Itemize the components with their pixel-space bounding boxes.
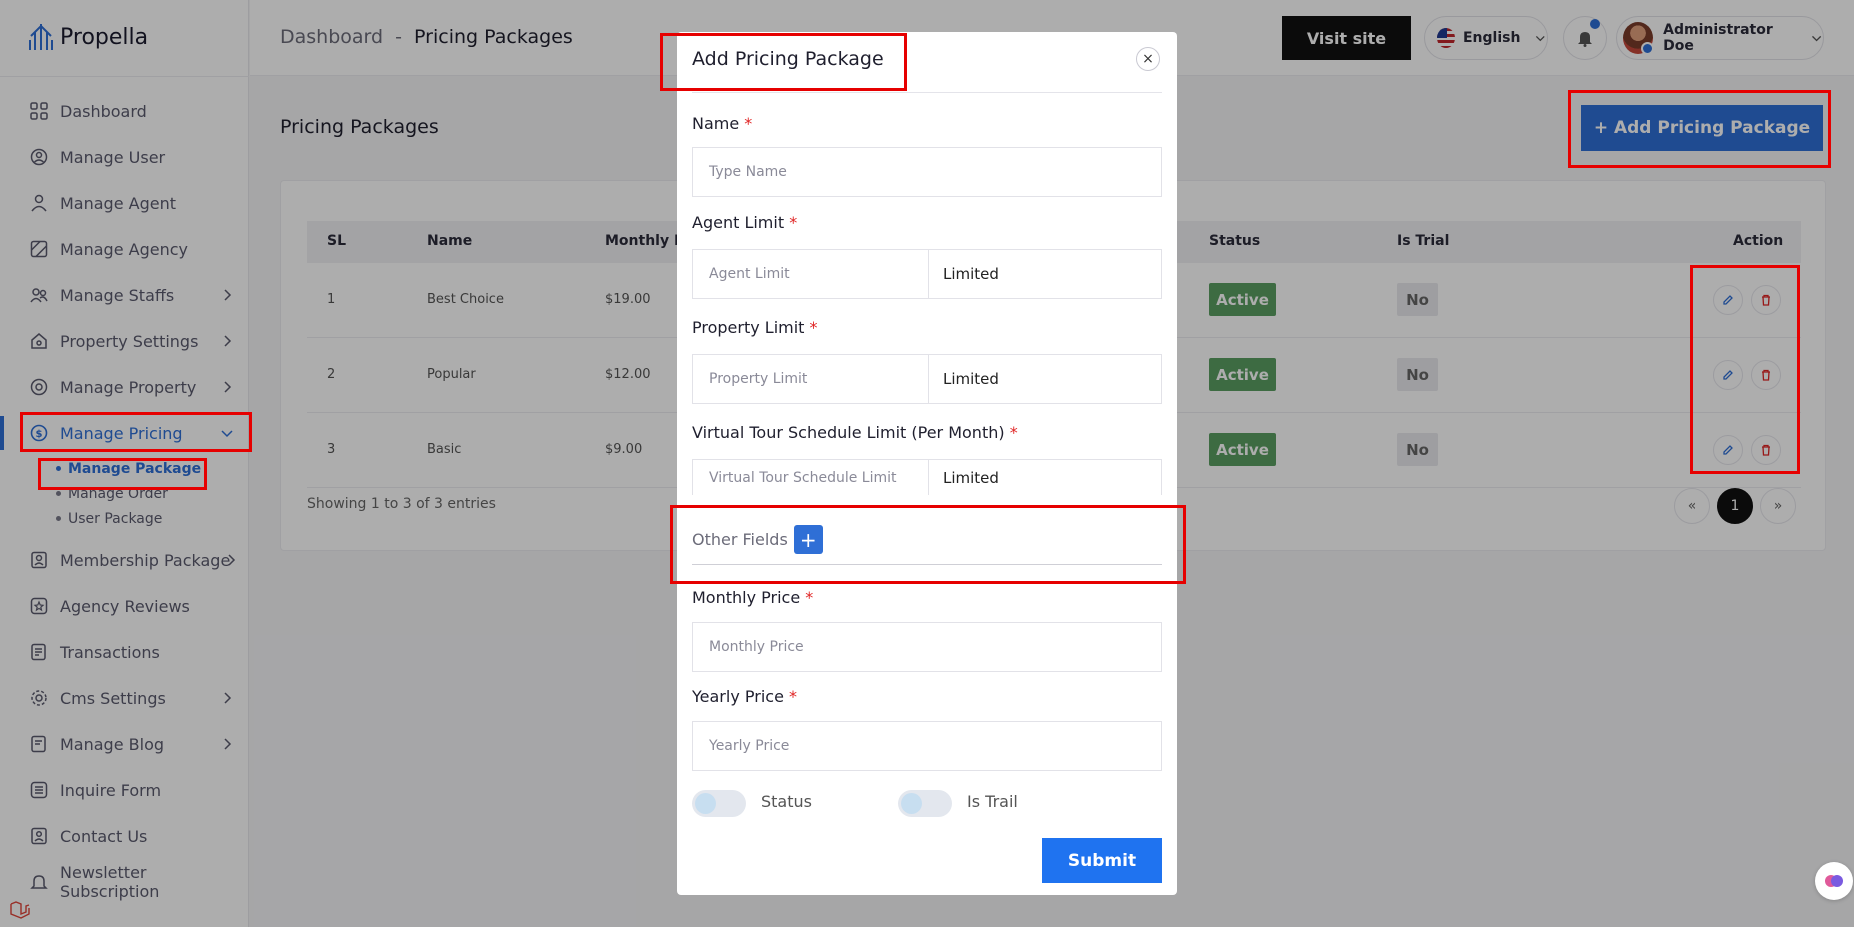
trial-toggle-label: Is Trail [967,792,1018,811]
required-mark: * [789,687,797,706]
label-text: Property Limit [692,318,805,337]
highlight-modal-title [660,33,907,91]
label-text: Name [692,114,740,133]
add-pricing-package-modal: Add Pricing Package × Name * Type Name A… [677,32,1177,895]
assistant-button[interactable] [1815,862,1853,900]
yearly-price-input[interactable]: Yearly Price [692,721,1162,771]
submit-button[interactable]: Submit [1042,838,1162,883]
agent-limit-group: Agent Limit Limited [692,249,1162,299]
yearly-price-label: Yearly Price * [692,687,797,706]
highlight-action-column [1690,265,1800,474]
tour-limit-group: Virtual Tour Schedule Limit Limited [692,459,1162,495]
agent-limit-type-select[interactable]: Limited [929,250,1161,298]
label-text: Virtual Tour Schedule Limit (Per Month) [692,423,1005,442]
name-input[interactable]: Type Name [692,147,1162,197]
monthly-price-label: Monthly Price * [692,588,813,607]
brain-icon [1825,875,1843,887]
tour-limit-input[interactable]: Virtual Tour Schedule Limit [693,460,929,495]
property-limit-input[interactable]: Property Limit [693,355,929,403]
status-toggle-label: Status [761,792,812,811]
required-mark: * [809,318,818,337]
property-limit-type-select[interactable]: Limited [929,355,1161,403]
highlight-manage-package [38,458,207,490]
monthly-price-input[interactable]: Monthly Price [692,622,1162,672]
highlight-other-fields [670,505,1186,584]
close-button[interactable]: × [1136,47,1160,71]
agent-limit-label: Agent Limit * [692,213,797,232]
property-limit-group: Property Limit Limited [692,354,1162,404]
label-text: Agent Limit [692,213,785,232]
property-limit-label: Property Limit * [692,318,818,337]
tour-limit-label: Virtual Tour Schedule Limit (Per Month) … [692,423,1018,442]
highlight-add-button [1568,90,1831,168]
modal-divider [692,92,1162,93]
highlight-manage-pricing [20,412,252,452]
close-icon: × [1142,51,1154,67]
tour-limit-type-select[interactable]: Limited [929,460,1161,495]
label-text: Monthly Price [692,588,801,607]
agent-limit-input[interactable]: Agent Limit [693,250,929,298]
label-text: Yearly Price [692,687,784,706]
status-toggle[interactable] [692,790,746,817]
required-mark: * [805,588,814,607]
required-mark: * [744,114,753,133]
trial-toggle[interactable] [898,790,952,817]
required-mark: * [1009,423,1018,442]
required-mark: * [789,213,798,232]
name-label: Name * [692,114,752,133]
